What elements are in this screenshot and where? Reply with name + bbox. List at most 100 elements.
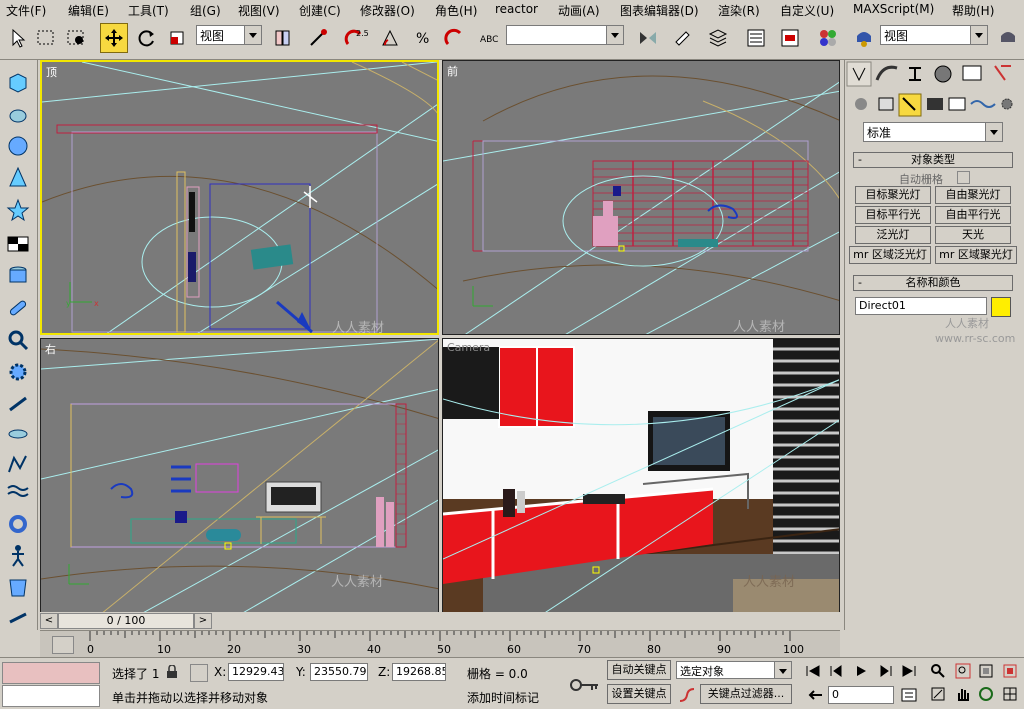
curve-editor-icon[interactable] <box>742 23 770 53</box>
zoom-all-icon[interactable] <box>955 663 971 682</box>
object-color-swatch[interactable] <box>991 297 1011 317</box>
tube-primitive-icon[interactable] <box>6 296 30 320</box>
menu-group[interactable]: 组(G) <box>190 2 221 19</box>
zoom-extents-icon[interactable] <box>978 663 994 682</box>
quick-render-icon[interactable] <box>994 23 1022 53</box>
checker-plane-icon[interactable] <box>6 232 30 256</box>
gear-icon[interactable] <box>6 360 30 384</box>
x-coordinate-field[interactable]: 12929.43 <box>228 663 284 681</box>
menu-help[interactable]: 帮助(H) <box>952 2 994 19</box>
star-shape-icon[interactable] <box>6 198 30 222</box>
window-crossing-icon[interactable] <box>62 23 90 53</box>
reference-coordinate-dropdown[interactable]: 视图 <box>196 25 262 45</box>
key-mode-dropdown[interactable]: 选定对象 <box>676 661 792 679</box>
curve-icon[interactable] <box>678 686 696 704</box>
menu-rendering[interactable]: 渲染(R) <box>718 2 760 19</box>
menu-file[interactable]: 文件(F) <box>6 2 46 19</box>
name-color-rollout-header[interactable]: - 名称和颜色 <box>853 275 1013 291</box>
menu-customize[interactable]: 自定义(U) <box>780 2 834 19</box>
menu-views[interactable]: 视图(V) <box>238 2 280 19</box>
sphere-primitive-icon[interactable] <box>6 134 30 158</box>
time-next-icon[interactable]: > <box>194 613 212 629</box>
maximize-viewport-icon[interactable] <box>1002 686 1018 705</box>
material-editor-icon[interactable] <box>814 23 842 53</box>
track-bar[interactable]: 0 10 20 30 40 50 60 70 80 90 100 <box>40 630 840 657</box>
cone-primitive-icon[interactable] <box>6 166 30 190</box>
target-direct-button[interactable]: 目标平行光 <box>855 206 931 224</box>
target-spot-button[interactable]: 目标聚光灯 <box>855 186 931 204</box>
object-category-dropdown[interactable]: 标准 <box>863 122 1003 142</box>
viewport-label[interactable]: Camera <box>447 341 490 354</box>
viewport-front[interactable]: 前 人人素材 <box>442 60 840 335</box>
select-object-icon[interactable] <box>4 23 32 53</box>
absolute-mode-icon[interactable] <box>190 664 208 682</box>
viewport-right[interactable]: 右 人人素材 <box>40 338 439 613</box>
mr-area-spot-button[interactable]: mr 区域聚光灯 <box>935 246 1017 264</box>
lock-icon[interactable] <box>166 664 178 679</box>
spinner-snap-icon[interactable] <box>440 23 468 53</box>
menu-edit[interactable]: 编辑(E) <box>68 2 109 19</box>
time-slider[interactable]: < 0 / 100 > <box>40 612 840 630</box>
maxscript-input-mini[interactable] <box>2 685 100 707</box>
time-config-icon[interactable] <box>901 688 917 705</box>
key-icon[interactable] <box>570 678 600 692</box>
go-to-start-icon[interactable] <box>805 664 821 681</box>
object-name-field[interactable]: Direct01 <box>855 297 987 315</box>
helper-icon[interactable] <box>6 422 30 446</box>
current-frame-field[interactable]: 0 <box>828 686 894 704</box>
mr-area-omni-button[interactable]: mr 区域泛光灯 <box>849 246 931 264</box>
percent-snap-icon[interactable]: % <box>408 23 436 53</box>
arc-rotate-icon[interactable] <box>978 686 994 705</box>
select-and-scale-icon[interactable] <box>164 23 192 53</box>
align-icon[interactable] <box>668 23 696 53</box>
menu-character[interactable]: 角色(H) <box>435 2 477 19</box>
snaps-toggle-icon[interactable]: 2.5 <box>340 23 368 53</box>
pan-hand-icon[interactable] <box>955 686 971 705</box>
hair-icon[interactable] <box>6 606 30 630</box>
box-primitive-icon[interactable] <box>6 70 30 94</box>
wave-modifier-icon[interactable] <box>6 480 30 504</box>
layer-manager-icon[interactable] <box>704 23 732 53</box>
named-selection-set-dropdown[interactable] <box>506 25 624 45</box>
menu-graph-editors[interactable]: 图表编辑器(D) <box>620 2 699 19</box>
menu-create[interactable]: 创建(C) <box>299 2 341 19</box>
cloth-icon[interactable] <box>6 576 30 600</box>
time-slider-thumb[interactable]: 0 / 100 <box>58 613 194 629</box>
zoom-extents-all-icon[interactable] <box>1002 663 1018 682</box>
select-and-link-icon[interactable] <box>304 23 332 53</box>
viewport-label[interactable]: 顶 <box>46 64 57 80</box>
spacewarp-icon[interactable] <box>6 452 30 476</box>
biped-icon[interactable] <box>6 544 30 568</box>
key-mode-toggle-icon[interactable] <box>808 688 824 705</box>
pivot-point-icon[interactable] <box>268 23 296 53</box>
go-to-end-icon[interactable] <box>901 664 917 681</box>
skylight-button[interactable]: 天光 <box>935 226 1011 244</box>
maxscript-listener-mini[interactable] <box>2 662 100 684</box>
menu-animation[interactable]: 动画(A) <box>558 2 600 19</box>
cylinder-primitive-icon[interactable] <box>6 264 30 288</box>
angle-snap-icon[interactable] <box>376 23 404 53</box>
zoom-icon[interactable] <box>930 663 946 682</box>
free-direct-button[interactable]: 自由平行光 <box>935 206 1011 224</box>
mini-curve-editor-icon[interactable] <box>52 636 74 654</box>
object-type-rollout-header[interactable]: - 对象类型 <box>853 152 1013 168</box>
teapot-primitive-icon[interactable] <box>6 102 30 126</box>
torus-knot-icon[interactable] <box>6 328 30 352</box>
free-spot-button[interactable]: 自由聚光灯 <box>935 186 1011 204</box>
time-prev-icon[interactable]: < <box>40 613 58 629</box>
render-scene-icon[interactable] <box>850 23 878 53</box>
viewport-label[interactable]: 前 <box>447 63 458 79</box>
select-and-rotate-icon[interactable] <box>133 23 161 53</box>
viewport-label[interactable]: 右 <box>45 341 56 357</box>
select-and-move-icon[interactable] <box>100 23 128 53</box>
omni-button[interactable]: 泛光灯 <box>855 226 931 244</box>
torus-primitive-icon[interactable] <box>6 512 30 536</box>
mirror-icon[interactable] <box>634 23 662 53</box>
z-coordinate-field[interactable]: 19268.85 <box>392 663 446 681</box>
prev-frame-icon[interactable] <box>829 664 845 681</box>
field-of-view-icon[interactable] <box>930 686 946 705</box>
bone-icon[interactable] <box>6 392 30 416</box>
autogrid-checkbox[interactable] <box>957 171 970 184</box>
render-type-dropdown[interactable]: 视图 <box>880 25 988 45</box>
viewport-top[interactable]: y x 顶 人人素材 <box>40 60 439 335</box>
